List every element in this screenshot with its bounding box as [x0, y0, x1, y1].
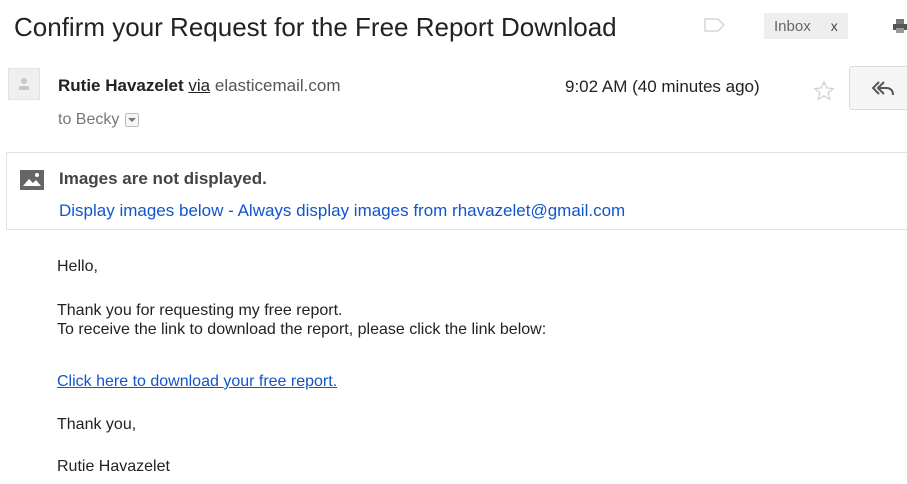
email-subject-row: Confirm your Request for the Free Report… [14, 10, 617, 44]
avatar-icon [19, 78, 29, 90]
inbox-label-tag[interactable]: Inbox x [764, 13, 848, 39]
download-report-link[interactable]: Click here to download your free report. [57, 373, 337, 391]
email-subject: Confirm your Request for the Free Report… [14, 11, 617, 42]
recipient-text: to Becky [58, 111, 120, 128]
sender-domain: elasticemail.com [214, 76, 341, 95]
avatar [8, 68, 40, 100]
sender-name[interactable]: Rutie Havazelet [58, 76, 184, 95]
body-line-2: To receive the link to download the repo… [57, 321, 547, 338]
reply-button[interactable] [849, 66, 907, 110]
reply-icon [872, 81, 894, 96]
email-timestamp: 9:02 AM (40 minutes ago) [565, 77, 760, 96]
sender-line: Rutie Havazelet via elasticemail.com [58, 76, 341, 96]
image-icon [20, 170, 44, 190]
star-icon[interactable] [813, 80, 835, 102]
images-notice-links: Display images below - Always display im… [59, 201, 625, 221]
remove-label-button[interactable]: x [831, 18, 838, 34]
recipient-line: to Becky [58, 111, 140, 129]
via-link[interactable]: via [188, 76, 210, 95]
body-signature: Rutie Havazelet [57, 458, 170, 475]
links-separator: - [223, 201, 238, 220]
body-line-1: Thank you for requesting my free report. [57, 302, 343, 319]
display-images-below-link[interactable]: Display images below [59, 201, 223, 220]
chevron-down-icon [128, 118, 137, 122]
body-greeting: Hello, [57, 258, 98, 275]
body-thanks: Thank you, [57, 416, 137, 433]
images-not-displayed-notice: Images are not displayed. Display images… [6, 152, 907, 230]
images-notice-title: Images are not displayed. [59, 169, 267, 188]
details-dropdown-button[interactable] [125, 113, 140, 127]
always-display-images-link[interactable]: Always display images from rhavazelet@gm… [238, 201, 626, 220]
label-icon[interactable] [704, 18, 726, 32]
inbox-label: Inbox [774, 17, 811, 35]
print-icon[interactable] [893, 18, 907, 34]
